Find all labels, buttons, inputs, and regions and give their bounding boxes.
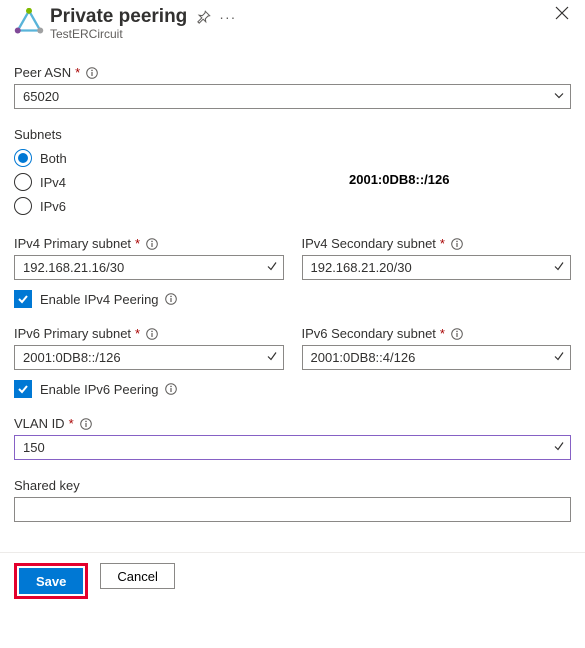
radio-icon xyxy=(14,149,32,167)
blade-header: Private peering ··· TestERCircuit xyxy=(14,6,571,41)
ipv6-primary-label: IPv6 Primary subnet* xyxy=(14,326,284,341)
floating-hint-text: 2001:0DB8::/126 xyxy=(349,172,449,187)
ipv4-primary-label: IPv4 Primary subnet* xyxy=(14,236,284,251)
peering-logo-icon xyxy=(14,8,44,38)
info-icon[interactable] xyxy=(165,383,177,395)
checkbox-checked-icon xyxy=(14,380,32,398)
ipv4-primary-input[interactable] xyxy=(14,255,284,280)
radio-option-ipv6[interactable]: IPv6 xyxy=(14,194,571,218)
save-button[interactable]: Save xyxy=(19,568,83,594)
enable-ipv4-checkbox[interactable]: Enable IPv4 Peering xyxy=(14,290,571,308)
info-icon[interactable] xyxy=(146,238,158,250)
ipv6-secondary-label: IPv6 Secondary subnet* xyxy=(302,326,572,341)
info-icon[interactable] xyxy=(165,293,177,305)
info-icon[interactable] xyxy=(451,328,463,340)
info-icon[interactable] xyxy=(451,238,463,250)
subnets-label: Subnets xyxy=(14,127,571,142)
subnets-radio-group: Both IPv4 2001:0DB8::/126 IPv6 xyxy=(14,146,571,218)
vlan-id-input[interactable] xyxy=(14,435,571,460)
more-icon[interactable]: ··· xyxy=(219,9,236,25)
enable-ipv6-checkbox[interactable]: Enable IPv6 Peering xyxy=(14,380,571,398)
checkbox-checked-icon xyxy=(14,290,32,308)
info-icon[interactable] xyxy=(146,328,158,340)
radio-option-both[interactable]: Both xyxy=(14,146,571,170)
radio-option-ipv4[interactable]: IPv4 2001:0DB8::/126 xyxy=(14,170,571,194)
vlan-id-label: VLAN ID* xyxy=(14,416,571,431)
ipv6-primary-input[interactable] xyxy=(14,345,284,370)
info-icon[interactable] xyxy=(86,67,98,79)
close-button[interactable] xyxy=(555,6,571,22)
ipv4-secondary-input[interactable] xyxy=(302,255,572,280)
ipv4-secondary-label: IPv4 Secondary subnet* xyxy=(302,236,572,251)
save-button-highlight: Save xyxy=(14,563,88,599)
info-icon[interactable] xyxy=(80,418,92,430)
peer-asn-input[interactable] xyxy=(14,84,571,109)
peer-asn-label: Peer ASN* xyxy=(14,65,571,80)
page-title: Private peering xyxy=(50,6,187,28)
radio-icon xyxy=(14,197,32,215)
shared-key-label: Shared key xyxy=(14,478,571,493)
pin-icon[interactable] xyxy=(197,10,211,24)
shared-key-input[interactable] xyxy=(14,497,571,522)
footer-bar: Save Cancel xyxy=(0,553,585,611)
ipv6-secondary-input[interactable] xyxy=(302,345,572,370)
cancel-button[interactable]: Cancel xyxy=(100,563,174,589)
breadcrumb-subtitle: TestERCircuit xyxy=(50,27,555,41)
radio-icon xyxy=(14,173,32,191)
